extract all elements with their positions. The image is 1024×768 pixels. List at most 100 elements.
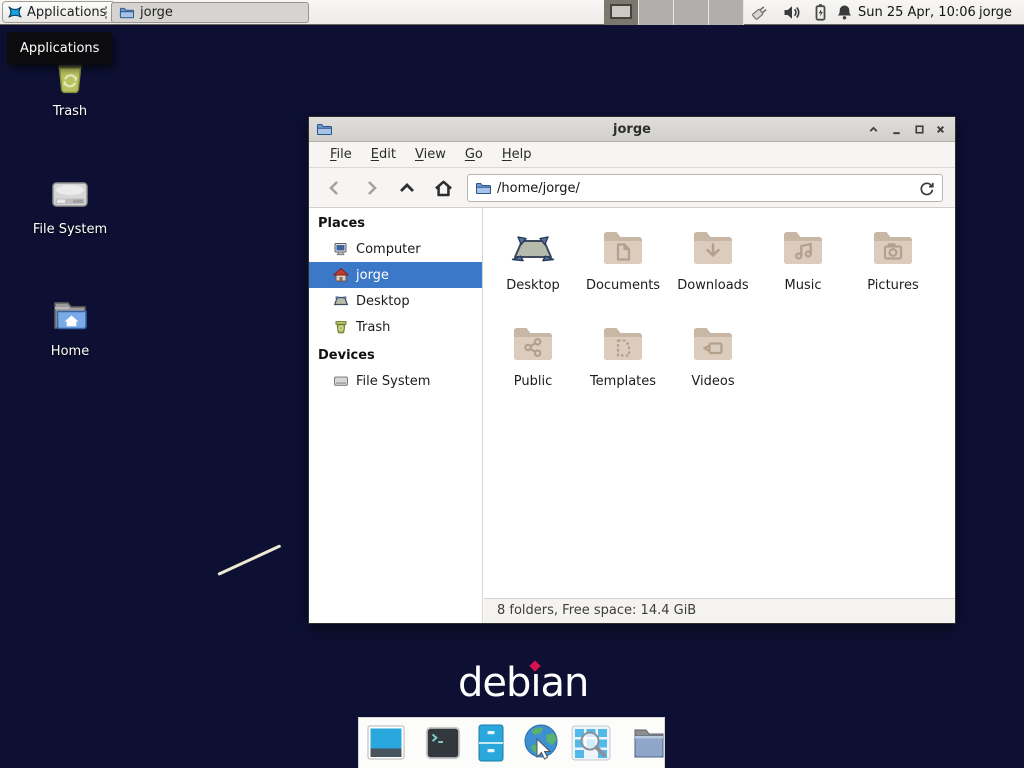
reload-button[interactable] — [918, 180, 935, 197]
file-manager-window: jorge File Edit View Go Help — [308, 116, 956, 624]
folder-public-icon — [509, 321, 557, 369]
clock[interactable]: Sun 25 Apr, 10:06 — [858, 0, 976, 25]
file-item-desktop[interactable]: Desktop — [488, 220, 578, 316]
statusbar-text: 8 folders, Free space: 14.4 GiB — [497, 603, 696, 618]
minimize-button[interactable] — [887, 120, 906, 139]
menubar: File Edit View Go Help — [309, 142, 955, 168]
file-item-music[interactable]: Music — [758, 220, 848, 316]
web-browser-launcher[interactable] — [520, 722, 562, 764]
path-input[interactable] — [497, 181, 912, 196]
workspace-3[interactable] — [674, 0, 709, 25]
statusbar: 8 folders, Free space: 14.4 GiB — [484, 598, 955, 623]
battery-tray-icon[interactable] — [811, 3, 830, 22]
sidebar-item-label: jorge — [356, 268, 389, 283]
back-button[interactable] — [319, 174, 351, 202]
computer-icon — [333, 241, 349, 257]
file-item-templates[interactable]: Templates — [578, 316, 668, 412]
folder-downloads-icon — [689, 225, 737, 273]
file-item-label: Pictures — [848, 278, 938, 293]
file-item-label: Documents — [578, 278, 668, 293]
menu-file[interactable]: File — [330, 147, 352, 162]
applications-tooltip: Applications — [7, 32, 112, 65]
folder-pictures-icon — [869, 225, 917, 273]
workspace-switcher — [604, 0, 744, 25]
sidebar-item-computer[interactable]: Computer — [309, 236, 482, 262]
desktop-icon-label: File System — [22, 222, 118, 237]
file-item-public[interactable]: Public — [488, 316, 578, 412]
applications-label: Applications — [27, 5, 106, 20]
drive-icon — [46, 170, 94, 218]
sidebar-item-label: Computer — [356, 242, 421, 257]
close-button[interactable] — [931, 120, 950, 139]
sidebar-item-jorge[interactable]: jorge — [309, 262, 482, 288]
debian-wordmark: debıan — [458, 660, 588, 706]
menu-edit[interactable]: Edit — [371, 147, 396, 162]
sidebar-item-desktop[interactable]: Desktop — [309, 288, 482, 314]
file-item-label: Templates — [578, 374, 668, 389]
menu-help[interactable]: Help — [502, 147, 532, 162]
show-desktop-button[interactable] — [366, 723, 406, 763]
desktop-icon — [333, 293, 349, 309]
xfce-logo-icon — [7, 4, 23, 20]
directory-menu-launcher[interactable] — [629, 723, 669, 763]
taskbar-window-label: jorge — [140, 5, 173, 20]
taskbar-window-button[interactable]: jorge — [111, 2, 309, 23]
forward-button[interactable] — [355, 174, 387, 202]
workspace-window-preview — [610, 4, 632, 19]
menu-go[interactable]: Go — [465, 147, 483, 162]
file-grid: Desktop Documents Downloads Music — [484, 208, 944, 412]
shade-button[interactable] — [864, 120, 883, 139]
folder-templates-icon — [599, 321, 647, 369]
workspace-1[interactable] — [604, 0, 639, 25]
desktop-icon-label: Trash — [22, 104, 118, 119]
application-finder-launcher[interactable] — [571, 724, 611, 762]
desktop-icon-file-system[interactable]: File System — [22, 170, 118, 237]
network-tray-icon[interactable] — [750, 3, 769, 22]
home-button[interactable] — [427, 174, 459, 202]
show-desktop-icon — [366, 723, 406, 763]
file-item-downloads[interactable]: Downloads — [668, 220, 758, 316]
terminal-icon — [424, 724, 462, 762]
file-item-documents[interactable]: Documents — [578, 220, 668, 316]
drive-icon — [333, 373, 349, 389]
menu-view[interactable]: View — [415, 147, 446, 162]
sidebar-item-file-system[interactable]: File System — [309, 368, 482, 394]
file-item-label: Music — [758, 278, 848, 293]
desktop-icon-label: Home — [22, 344, 118, 359]
web-browser-icon — [520, 722, 562, 764]
terminal-launcher[interactable] — [424, 724, 462, 762]
sidebar-item-label: File System — [356, 374, 430, 389]
sidebar-item-label: Trash — [356, 320, 390, 335]
sidebar-section-devices: Devices — [309, 340, 482, 368]
applications-button[interactable]: Applications — [2, 1, 115, 23]
file-manager-launcher[interactable] — [471, 723, 511, 763]
notifications-tray-icon[interactable] — [835, 3, 854, 22]
desktop: debıan Trash File System — [0, 0, 1024, 768]
sidebar-item-trash[interactable]: Trash — [309, 314, 482, 340]
folder-icon — [629, 723, 669, 763]
desktop-icon-home[interactable]: Home — [22, 292, 118, 359]
folder-music-icon — [779, 225, 827, 273]
workspace-4[interactable] — [709, 0, 744, 25]
panel-handle[interactable] — [104, 5, 108, 20]
file-item-pictures[interactable]: Pictures — [848, 220, 938, 316]
sidebar-section-places: Places — [309, 208, 482, 236]
file-item-label: Public — [488, 374, 578, 389]
top-panel: Applications jorge — [0, 0, 1024, 25]
file-item-videos[interactable]: Videos — [668, 316, 758, 412]
window-title: jorge — [309, 117, 955, 142]
taskbar-folder-icon — [119, 5, 134, 20]
path-entry[interactable] — [467, 174, 943, 202]
file-item-label: Videos — [668, 374, 758, 389]
titlebar[interactable]: jorge — [309, 117, 955, 142]
volume-tray-icon[interactable] — [782, 3, 801, 22]
sidebar-item-label: Desktop — [356, 294, 410, 309]
file-item-label: Desktop — [488, 278, 578, 293]
workspace-2[interactable] — [639, 0, 674, 25]
desktop-surface-icon — [509, 225, 557, 273]
username[interactable]: jorge — [979, 0, 1012, 25]
up-button[interactable] — [391, 174, 423, 202]
application-finder-icon — [571, 724, 611, 762]
maximize-button[interactable] — [910, 120, 929, 139]
trash-icon — [333, 319, 349, 335]
